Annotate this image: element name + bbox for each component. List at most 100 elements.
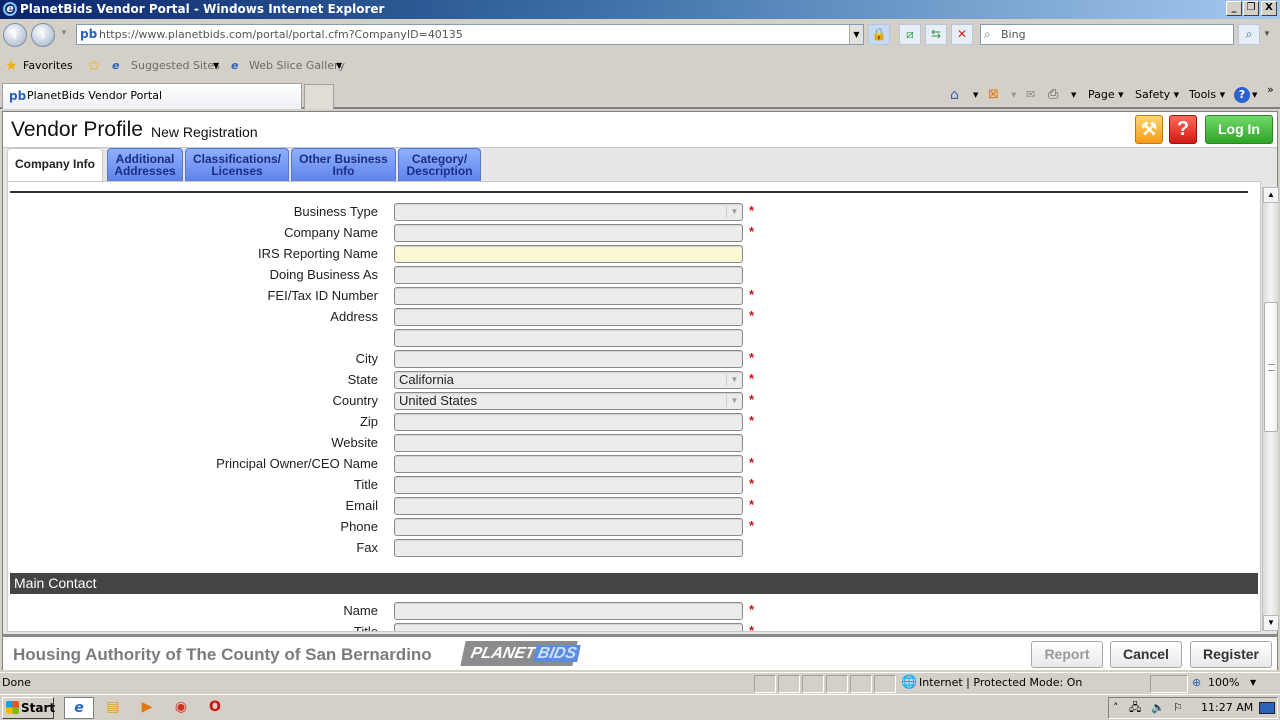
scrollbar-thumb[interactable] xyxy=(1264,301,1278,432)
tab-classifications-licenses[interactable]: Classifications/ Licenses xyxy=(185,148,289,181)
form-row: Title * xyxy=(8,623,1248,631)
tools-menu[interactable]: Tools ▾ xyxy=(1189,86,1225,104)
zip-input[interactable] xyxy=(394,413,743,431)
tab-additional-addresses[interactable]: Additional Addresses xyxy=(107,148,183,181)
protected-mode-button[interactable] xyxy=(1150,675,1188,693)
report-button[interactable]: Report xyxy=(1031,641,1103,668)
website-input[interactable] xyxy=(394,434,743,452)
state-select[interactable]: California ▼ xyxy=(394,371,743,389)
search-input[interactable]: ⌕ Bing xyxy=(980,24,1234,45)
clock[interactable]: 11:27 AM xyxy=(1201,698,1253,718)
favorites-button[interactable]: Favorites xyxy=(23,52,73,80)
internet-explorer-icon[interactable]: e xyxy=(64,697,94,719)
more-commands-icon[interactable]: » xyxy=(1267,81,1274,99)
security-lock-icon[interactable]: 🔒 xyxy=(868,24,890,45)
city-input[interactable] xyxy=(394,350,743,368)
help-icon[interactable]: ? xyxy=(1169,115,1197,144)
command-bar: pb PlanetBids Vendor Portal ⌂ ▼ ⊠ ▼ ✉ ⎙ … xyxy=(0,80,1280,109)
chevron-down-icon[interactable]: ▼ xyxy=(726,206,742,218)
search-options-dropdown[interactable]: ▼ xyxy=(1263,29,1271,38)
chevron-down-icon[interactable]: ▼ xyxy=(213,52,219,80)
name-input[interactable] xyxy=(394,602,743,620)
field-label: FEI/Tax ID Number xyxy=(267,288,378,303)
home-icon[interactable]: ⌂ xyxy=(950,86,959,104)
tab-other-business-info[interactable]: Other Business Info xyxy=(291,148,396,181)
scroll-up-arrow[interactable]: ▲ xyxy=(1263,187,1279,203)
back-button[interactable]: ‹ xyxy=(3,23,27,47)
vertical-scrollbar[interactable]: ▲ ▼ xyxy=(1262,187,1279,631)
zoom-level[interactable]: 100% xyxy=(1208,673,1239,693)
media-player-icon[interactable]: ▶ xyxy=(132,697,162,719)
start-button[interactable]: Start xyxy=(2,697,56,719)
print-icon[interactable]: ⎙ xyxy=(1048,86,1058,104)
fei-tax-id-number-input[interactable] xyxy=(394,287,743,305)
title-input[interactable] xyxy=(394,623,743,631)
close-window-button[interactable]: X xyxy=(1261,1,1277,16)
business-type-select[interactable]: ▼ xyxy=(394,203,743,221)
restore-button[interactable]: ❐ xyxy=(1243,1,1259,16)
url-input[interactable]: pb https://www.planetbids.com/portal/por… xyxy=(76,24,864,45)
forward-button[interactable]: › xyxy=(31,23,55,47)
add-favorites-icon[interactable]: ✩ xyxy=(88,52,100,80)
address-line-2-input[interactable] xyxy=(394,329,743,347)
show-desktop-icon[interactable] xyxy=(1259,702,1275,714)
recent-pages-dropdown[interactable]: ▼ xyxy=(60,28,68,37)
chevron-down-icon[interactable]: ▼ xyxy=(1071,86,1076,104)
rss-feed-icon[interactable]: ⊠ xyxy=(988,86,999,104)
doing-business-as-input[interactable] xyxy=(394,266,743,284)
tab-category-description[interactable]: Category/ Description xyxy=(398,148,481,181)
volume-icon[interactable]: 🔈 xyxy=(1151,698,1165,718)
zoom-dropdown-icon[interactable]: ▼ xyxy=(1250,673,1256,693)
browser-tab[interactable]: pb PlanetBids Vendor Portal xyxy=(2,83,302,109)
tab-company-info[interactable]: Company Info xyxy=(7,148,103,182)
status-cell xyxy=(826,675,848,693)
form-row: FEI/Tax ID Number * xyxy=(8,287,1248,305)
url-dropdown-icon[interactable]: ▼ xyxy=(849,25,863,44)
divider xyxy=(10,191,1248,193)
email-input[interactable] xyxy=(394,497,743,515)
login-button[interactable]: Log In xyxy=(1205,115,1273,144)
action-center-flag-icon[interactable]: ⚐ xyxy=(1173,698,1183,718)
title-input[interactable] xyxy=(394,476,743,494)
file-explorer-icon[interactable]: ▤ xyxy=(98,697,128,719)
scroll-down-arrow[interactable]: ▼ xyxy=(1263,615,1279,631)
search-button[interactable]: ⌕ xyxy=(1238,24,1260,45)
chevron-down-icon[interactable]: ▼ xyxy=(726,374,742,386)
chevron-down-icon[interactable]: ▼ xyxy=(973,86,978,104)
favorites-item-suggested-sites[interactable]: Suggested Sites xyxy=(131,52,220,80)
status-cell xyxy=(754,675,776,693)
start-label: Start xyxy=(21,701,56,715)
refresh-icon[interactable]: ⇆ xyxy=(925,24,947,45)
chrome-icon[interactable]: ◉ xyxy=(166,697,196,719)
page-menu[interactable]: Page ▾ xyxy=(1088,86,1124,104)
chevron-down-icon[interactable]: ▼ xyxy=(1011,86,1016,104)
minimize-button[interactable]: _ xyxy=(1226,1,1242,16)
cancel-button[interactable]: Cancel xyxy=(1110,641,1182,668)
new-tab-button[interactable] xyxy=(304,84,334,109)
chevron-down-icon[interactable]: ▼ xyxy=(1252,86,1257,104)
fax-input[interactable] xyxy=(394,539,743,557)
chevron-down-icon[interactable]: ▼ xyxy=(726,395,742,407)
show-hidden-icons[interactable]: ˄ xyxy=(1113,698,1119,718)
country-select[interactable]: United States ▼ xyxy=(394,392,743,410)
field-label: Name xyxy=(343,603,378,618)
phone-input[interactable] xyxy=(394,518,743,536)
favorites-item-web-slice-gallery[interactable]: Web Slice Gallery xyxy=(249,52,345,80)
mail-icon[interactable]: ✉ xyxy=(1026,86,1035,104)
principal-owner-ceo-name-input[interactable] xyxy=(394,455,743,473)
chevron-down-icon[interactable]: ▼ xyxy=(336,52,342,80)
form-row: Country United States ▼ * xyxy=(8,392,1248,410)
address-input[interactable] xyxy=(394,308,743,326)
company-name-input[interactable] xyxy=(394,224,743,242)
help-menu-icon[interactable]: ? xyxy=(1234,87,1250,103)
tools-icon[interactable]: ⚒ xyxy=(1135,115,1163,144)
register-button[interactable]: Register xyxy=(1190,641,1272,668)
field-label: Zip xyxy=(359,414,378,429)
form-row: Email * xyxy=(8,497,1248,515)
stop-icon[interactable]: ✕ xyxy=(951,24,973,45)
irs-reporting-name-input[interactable] xyxy=(394,245,743,263)
network-icon[interactable]: 🖧 xyxy=(1129,698,1141,718)
opera-icon[interactable]: O xyxy=(200,697,230,719)
safety-menu[interactable]: Safety ▾ xyxy=(1135,86,1179,104)
compatibility-view-icon[interactable]: ⧄ xyxy=(899,24,921,45)
